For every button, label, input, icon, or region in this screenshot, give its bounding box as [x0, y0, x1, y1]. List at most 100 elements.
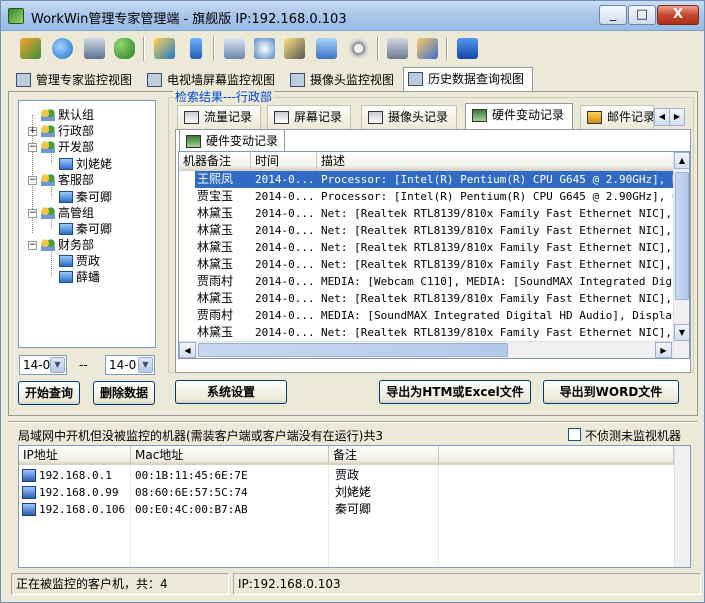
- title-bar[interactable]: WorkWin管理专家管理端 - 旗舰版 IP:192.168.0.103 _ …: [1, 1, 704, 31]
- inner-tab-hardware[interactable]: 硬件变动记录: [179, 129, 285, 151]
- tree-node-exec[interactable]: 高管组: [41, 205, 94, 221]
- list-item[interactable]: 192.168.0.106 00:E0:4C:00:B7:AB 秦可卿: [19, 501, 674, 518]
- subtab-mail[interactable]: 邮件记录: [580, 105, 654, 129]
- tree-node-admin[interactable]: 行政部: [41, 123, 94, 139]
- cell-machine: 贾雨村: [197, 274, 234, 288]
- table-row[interactable]: 林黛玉 2014-0... Net: [Realtek RTL8139/810x F…: [179, 324, 673, 341]
- collapse-toggle[interactable]: −: [28, 143, 37, 152]
- tree-node-computer[interactable]: 贾政: [59, 253, 100, 269]
- tree-node-computer[interactable]: 薛蟠: [59, 269, 100, 285]
- scroll-thumb[interactable]: [675, 172, 689, 300]
- subtab-traffic[interactable]: 流量记录: [177, 105, 261, 129]
- subtab-hardware[interactable]: 硬件变动记录: [465, 103, 573, 129]
- mail-icon[interactable]: [251, 35, 278, 62]
- tree-node-computer[interactable]: 秦可卿: [59, 221, 112, 237]
- column-header-ip[interactable]: IP地址: [19, 446, 131, 465]
- list-item[interactable]: 192.168.0.99 08:60:6E:57:5C:74 刘姥姥: [19, 484, 674, 501]
- tree-node-computer[interactable]: 秦可卿: [59, 189, 112, 205]
- tree-node-finance[interactable]: 财务部: [41, 237, 94, 253]
- unmonitored-machines-list[interactable]: IP地址 Mac地址 备注 192.168.0.1 00:1B:11:45:6E:…: [18, 445, 691, 568]
- collapse-toggle[interactable]: −: [28, 241, 37, 250]
- column-header-mac[interactable]: Mac地址: [131, 446, 329, 465]
- date-from-select[interactable]: 14-0 ▼: [19, 355, 67, 375]
- splitter[interactable]: [8, 421, 698, 423]
- computer-icon: [59, 255, 73, 267]
- tree-node-support[interactable]: 客服部: [41, 172, 94, 188]
- list-icon[interactable]: [384, 35, 411, 62]
- info-icon[interactable]: [182, 35, 209, 62]
- date-from-value: 14-0: [23, 358, 51, 372]
- collapse-toggle[interactable]: −: [28, 209, 37, 218]
- date-to-select[interactable]: 14-0 ▼: [105, 355, 155, 375]
- table-row[interactable]: 贾雨村 2014-0... MEDIA: [Webcam C110], MEDIA:…: [179, 273, 673, 290]
- cell-ip: 192.168.0.1: [39, 469, 112, 482]
- network-icon[interactable]: [151, 35, 178, 62]
- table-row[interactable]: 林黛玉 2014-0... Net: [Realtek RTL8139/810x F…: [179, 290, 673, 307]
- expand-toggle[interactable]: +: [28, 127, 37, 136]
- scroll-up-button[interactable]: ▲: [674, 152, 689, 169]
- search-doc-icon[interactable]: [281, 35, 308, 62]
- hardware-change-list[interactable]: 机器备注 时间 描述 王熙凤 2014-0... Processor: [Intel…: [178, 151, 690, 359]
- maximize-button[interactable]: □: [628, 5, 656, 25]
- export-html-excel-button[interactable]: 导出为HTM或Excel文件: [379, 380, 531, 404]
- status-bar: 正在被监控的客户机，共：4 IP:192.168.0.103: [11, 573, 701, 595]
- tab-camera-view[interactable]: 摄像头监控视图: [285, 68, 401, 90]
- tab-tv-wall-view[interactable]: 电视墙屏幕监控视图: [142, 68, 283, 90]
- cell-machine: 贾宝玉: [197, 189, 234, 203]
- minimize-button[interactable]: _: [599, 5, 627, 25]
- collapse-toggle[interactable]: −: [28, 176, 37, 185]
- person-icon[interactable]: [414, 35, 441, 62]
- tab-label: 管理专家监控视图: [36, 73, 133, 87]
- cell-time: 2014-0...: [255, 258, 315, 271]
- table-row[interactable]: 林黛玉 2014-0... Net: [Realtek RTL8139/810x F…: [179, 205, 673, 222]
- scroll-right-button[interactable]: ▶: [655, 342, 672, 358]
- table-row[interactable]: 林黛玉 2014-0... Net: [Realtek RTL8139/810x F…: [179, 239, 673, 256]
- tree-node-computer[interactable]: 刘姥姥: [59, 156, 112, 172]
- list-item[interactable]: 192.168.0.1 00:1B:11:45:6E:7E 贾政: [19, 467, 674, 484]
- subtab-camera[interactable]: 摄像头记录: [361, 105, 457, 129]
- chevron-down-icon[interactable]: ▼: [138, 357, 153, 373]
- close-button[interactable]: X: [657, 5, 699, 25]
- vertical-scrollbar[interactable]: ▲ ▼: [673, 152, 689, 358]
- column-header-note[interactable]: 备注: [329, 446, 439, 465]
- column-header-time[interactable]: 时间: [251, 152, 317, 171]
- column-header-desc[interactable]: 描述: [317, 152, 674, 171]
- tree-node-dev[interactable]: 开发部: [41, 139, 94, 155]
- table-row[interactable]: 王熙凤 2014-0... Processor: [Intel(R) Pentium…: [179, 171, 673, 188]
- no-detect-checkbox[interactable]: [568, 428, 581, 441]
- system-settings-button[interactable]: 系统设置: [175, 380, 287, 404]
- group-icon[interactable]: [111, 35, 138, 62]
- tab-monitor-view[interactable]: 管理专家监控视图: [11, 68, 141, 90]
- help-icon[interactable]: [454, 35, 481, 62]
- globe-icon[interactable]: [49, 35, 76, 62]
- scroll-thumb[interactable]: [198, 343, 508, 357]
- tab-scroll-left[interactable]: ◀: [654, 108, 670, 126]
- start-query-button[interactable]: 开始查询: [18, 381, 80, 405]
- scroll-down-button[interactable]: ▼: [674, 324, 689, 341]
- table-row[interactable]: 贾宝玉 2014-0... Processor: [Intel(R) Pentium…: [179, 188, 673, 205]
- subtab-screen[interactable]: 屏幕记录: [267, 105, 351, 129]
- vertical-scrollbar[interactable]: [674, 446, 690, 567]
- users-icon[interactable]: [17, 35, 44, 62]
- delete-data-button[interactable]: 删除数据: [93, 381, 155, 405]
- windows-icon[interactable]: [313, 35, 340, 62]
- computer-icon: [59, 191, 73, 203]
- tab-scroll-right[interactable]: ▶: [669, 108, 685, 126]
- tree-node-label: 贾政: [76, 254, 101, 268]
- chevron-down-icon[interactable]: ▼: [50, 357, 65, 373]
- horizontal-scrollbar[interactable]: ◀ ▶: [179, 341, 673, 358]
- computer-icon[interactable]: [221, 35, 248, 62]
- tree-node-label: 默认组: [58, 108, 95, 122]
- column-header-machine[interactable]: 机器备注: [179, 152, 251, 171]
- monitor-settings-icon[interactable]: [81, 35, 108, 62]
- tree-node-default-group[interactable]: 默认组: [41, 107, 94, 123]
- tab-history-view[interactable]: 历史数据查询视图: [403, 67, 533, 91]
- table-row[interactable]: 贾雨村 2014-0... MEDIA: [SoundMAX Integrated …: [179, 307, 673, 324]
- hardware-icon: [186, 135, 201, 148]
- table-row[interactable]: 林黛玉 2014-0... Net: [Realtek RTL8139/810x F…: [179, 222, 673, 239]
- scroll-left-button[interactable]: ◀: [179, 342, 196, 358]
- department-tree[interactable]: + − − − − 默认组 行政部 开发部 刘姥姥 客服部 秦可卿 高管组 秦可…: [18, 100, 156, 348]
- export-word-button[interactable]: 导出到WORD文件: [543, 380, 679, 404]
- table-row[interactable]: 林黛玉 2014-0... Net: [Realtek RTL8139/810x F…: [179, 256, 673, 273]
- cd-icon[interactable]: [345, 35, 372, 62]
